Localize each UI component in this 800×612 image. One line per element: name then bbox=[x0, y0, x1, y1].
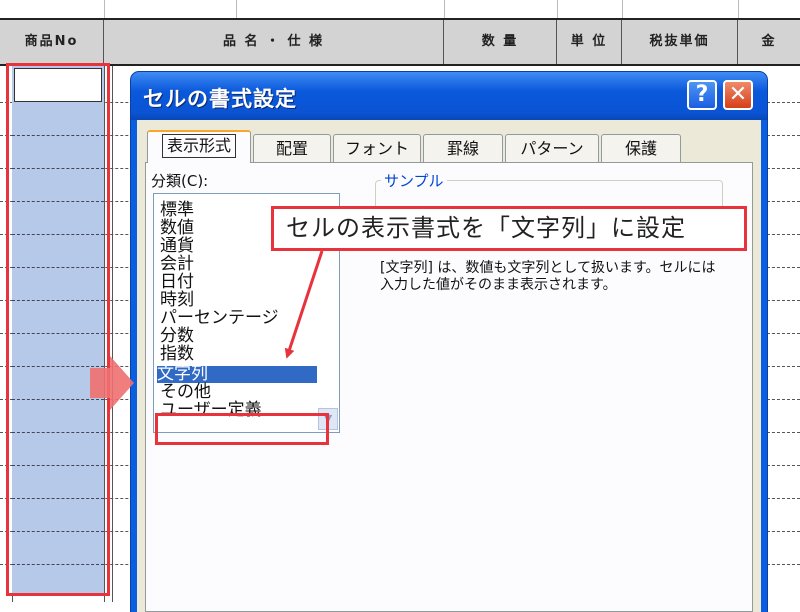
category-item[interactable]: 時刻 bbox=[160, 292, 194, 309]
help-button[interactable]: ? bbox=[687, 80, 717, 110]
column-highlight-frame bbox=[6, 63, 110, 596]
category-item[interactable]: その他 bbox=[160, 384, 211, 401]
category-item[interactable]: 会計 bbox=[160, 256, 194, 273]
tab-patterns[interactable]: パターン bbox=[505, 134, 599, 162]
header-row: 商品No 品 名 ・ 仕 様 数 量 単 位 税抜単価 金 bbox=[0, 18, 800, 66]
category-description: [文字列] は、数値も文字列として扱います。セルには入力した値がそのまま表示され… bbox=[380, 260, 716, 293]
category-item[interactable]: 日付 bbox=[160, 274, 194, 291]
header-unit-price[interactable]: 税抜単価 bbox=[622, 20, 738, 64]
question-mark-icon: ? bbox=[695, 82, 709, 107]
header-product-name[interactable]: 品 名 ・ 仕 様 bbox=[104, 20, 444, 64]
tab-alignment[interactable]: 配置 bbox=[253, 134, 331, 162]
previous-row-strip bbox=[0, 0, 800, 18]
dialog-body: 表示形式 配置 フォント 罫線 パターン 保護 分類(C): 標準 数値 通貨 … bbox=[137, 120, 761, 612]
dialog-titlebar[interactable]: セルの書式設定 ? ✕ bbox=[131, 72, 767, 120]
close-button[interactable]: ✕ bbox=[723, 80, 753, 110]
selection-highlight-frame bbox=[155, 413, 329, 445]
sample-label: サンプル bbox=[381, 170, 447, 191]
tab-number[interactable]: 表示形式 bbox=[147, 130, 251, 163]
category-item[interactable]: 指数 bbox=[160, 346, 194, 363]
tab-protection[interactable]: 保護 bbox=[601, 134, 681, 162]
category-item[interactable]: 通貨 bbox=[160, 238, 194, 255]
format-cells-dialog: セルの書式設定 ? ✕ 表示形式 配置 フォント 罫線 パターン 保護 分類(C… bbox=[131, 72, 767, 612]
close-icon: ✕ bbox=[728, 82, 748, 107]
annotation-callout: セルの表示書式を「文字列」に設定 bbox=[271, 206, 747, 251]
tab-font[interactable]: フォント bbox=[333, 134, 421, 162]
header-unit[interactable]: 単 位 bbox=[557, 20, 622, 64]
category-label: 分類(C): bbox=[151, 172, 209, 190]
header-quantity[interactable]: 数 量 bbox=[444, 20, 557, 64]
category-item[interactable]: 分数 bbox=[160, 328, 194, 345]
header-product-no[interactable]: 商品No bbox=[0, 20, 104, 64]
category-item[interactable]: パーセンテージ bbox=[160, 310, 279, 327]
tab-border[interactable]: 罫線 bbox=[423, 134, 503, 162]
category-item[interactable]: 標準 bbox=[160, 202, 194, 219]
category-item[interactable]: 数値 bbox=[160, 220, 194, 237]
category-item-selected[interactable]: 文字列 bbox=[157, 366, 317, 383]
header-amount[interactable]: 金 bbox=[738, 20, 800, 64]
dialog-title: セルの書式設定 bbox=[143, 87, 297, 111]
